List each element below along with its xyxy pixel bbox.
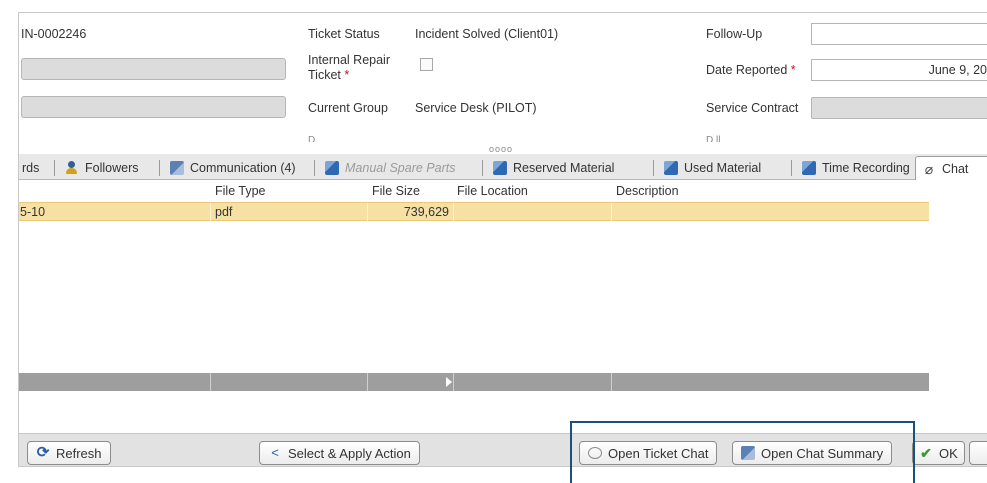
chat-bubble-icon xyxy=(588,447,602,459)
cell-divider xyxy=(611,203,612,222)
tab-label: Communication (4) xyxy=(190,161,296,175)
follow-up-label: Follow-Up xyxy=(706,27,763,41)
grid-footer-scrollbar[interactable] xyxy=(19,373,929,391)
ok-button-label: OK xyxy=(939,445,958,461)
ticket-status-value: Incident Solved (Client01) xyxy=(415,27,559,41)
tab-separator xyxy=(54,160,55,176)
footer-divider xyxy=(210,373,211,391)
footer-divider xyxy=(453,373,454,391)
footer-divider xyxy=(611,373,612,391)
refresh-button[interactable]: ⟳ Refresh xyxy=(27,441,111,465)
tab-label: rds xyxy=(22,161,40,175)
current-group-label: Current Group xyxy=(308,101,388,115)
tab-label: Chat xyxy=(942,161,969,176)
tab-reserved-material[interactable]: Reserved Material xyxy=(487,157,620,179)
column-header-file-location[interactable]: File Location xyxy=(457,184,528,198)
module-icon xyxy=(802,161,816,175)
column-header-description[interactable]: Description xyxy=(616,184,679,198)
cell-file-type: pdf xyxy=(215,205,233,219)
tab-separator xyxy=(482,160,483,176)
checkmark-icon: ✔ xyxy=(920,445,932,461)
module-icon xyxy=(664,161,678,175)
table-row[interactable]: 5-10 pdf 739,629 xyxy=(19,202,929,222)
tab-time-recording[interactable]: Time Recording xyxy=(796,157,916,179)
follow-up-input[interactable] xyxy=(811,23,987,45)
tab-separator xyxy=(791,160,792,176)
cell-divider xyxy=(367,203,368,222)
date-reported-label: Date Reported * xyxy=(706,63,796,77)
document-icon xyxy=(741,446,755,460)
cell-divider xyxy=(210,203,211,222)
cell-name: 5-10 xyxy=(20,205,46,219)
select-apply-action-button[interactable]: < Select & Apply Action xyxy=(259,441,420,465)
service-contract-field xyxy=(811,97,987,119)
open-ticket-chat-label: Open Ticket Chat xyxy=(608,445,709,461)
cell-file-size: 739,629 xyxy=(403,205,449,219)
internal-repair-checkbox[interactable] xyxy=(420,58,433,71)
splitter-grip[interactable]: oooo xyxy=(489,144,513,154)
cell-divider xyxy=(453,203,454,222)
date-reported-input[interactable]: June 9, 20 xyxy=(811,59,987,81)
share-icon: < xyxy=(271,445,279,460)
service-contract-label: Service Contract xyxy=(706,101,799,115)
scroll-right-arrow-icon[interactable] xyxy=(446,377,452,387)
refresh-icon: ⟳ xyxy=(36,444,50,461)
internal-repair-label: Internal Repair xyxy=(308,53,390,67)
internal-repair-label-line2: Ticket * xyxy=(308,68,350,82)
readonly-field-1 xyxy=(21,58,286,80)
module-icon xyxy=(493,161,507,175)
tab-bar: rds Followers Communication (4) Manual S… xyxy=(19,154,987,180)
cutoff-label-left: D xyxy=(308,135,316,142)
open-chat-summary-label: Open Chat Summary xyxy=(761,445,884,461)
column-header-file-type[interactable]: File Type xyxy=(215,184,266,198)
readonly-field-2 xyxy=(21,96,286,118)
cancel-button[interactable] xyxy=(969,441,987,465)
tab-chat[interactable]: ⌀ Chat xyxy=(915,156,987,180)
ok-button[interactable]: ✔ OK xyxy=(912,441,965,465)
person-icon xyxy=(65,161,79,175)
tab-used-material[interactable]: Used Material xyxy=(658,157,767,179)
open-chat-summary-button[interactable]: Open Chat Summary xyxy=(732,441,893,465)
module-icon xyxy=(325,161,339,175)
open-ticket-chat-button[interactable]: Open Ticket Chat xyxy=(579,441,718,465)
tab-label: Reserved Material xyxy=(513,161,615,175)
date-reported-value: June 9, 20 xyxy=(928,63,987,77)
tab-label: Time Recording xyxy=(822,161,910,175)
document-icon xyxy=(170,161,184,175)
tab-label: Used Material xyxy=(684,161,762,175)
tab-separator xyxy=(653,160,654,176)
tab-separator xyxy=(159,160,160,176)
column-header-file-size[interactable]: File Size xyxy=(372,184,420,198)
grid-header: File Type File Size File Location Descri… xyxy=(19,180,929,202)
tab-manual-spare-parts[interactable]: Manual Spare Parts xyxy=(319,157,461,179)
refresh-button-label: Refresh xyxy=(56,445,102,461)
tab-separator xyxy=(314,160,315,176)
cutoff-label-right: D ll xyxy=(706,135,721,142)
footer-divider xyxy=(367,373,368,391)
ticket-id: IN-0002246 xyxy=(21,27,87,41)
current-group-value: Service Desk (PILOT) xyxy=(415,101,537,115)
select-apply-action-label: Select & Apply Action xyxy=(288,445,411,461)
tab-followers[interactable]: Followers xyxy=(59,157,145,179)
tab-label: Followers xyxy=(85,161,139,175)
action-toolbar: ⟳ Refresh < Select & Apply Action Open T… xyxy=(19,433,987,466)
tab-records[interactable]: rds xyxy=(19,157,45,179)
ticket-window: IN-0002246 Ticket Status Incident Solved… xyxy=(18,12,987,467)
tab-label: Manual Spare Parts xyxy=(345,161,456,175)
paperclip-icon: ⌀ xyxy=(924,160,934,177)
ticket-status-label: Ticket Status xyxy=(308,27,380,41)
tab-communication[interactable]: Communication (4) xyxy=(164,157,302,179)
